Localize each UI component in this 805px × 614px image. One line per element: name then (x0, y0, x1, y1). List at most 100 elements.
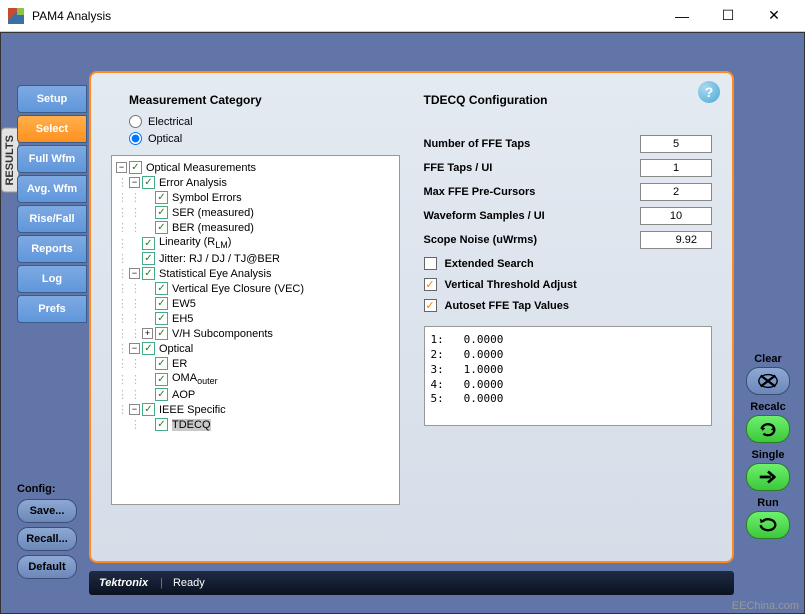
tree-ber[interactable]: BER (measured) (172, 222, 254, 234)
recall-button[interactable]: Recall... (17, 527, 77, 551)
tree-ser[interactable]: SER (measured) (172, 207, 254, 219)
side-tabs: Setup Select Full Wfm Avg. Wfm Rise/Fall… (17, 85, 87, 325)
config-buttons: Config: Save... Recall... Default (17, 483, 77, 583)
checkbox-icon[interactable]: ✓ (142, 342, 155, 355)
tree-aop[interactable]: AOP (172, 389, 195, 401)
tab-rise-fall[interactable]: Rise/Fall (17, 205, 87, 233)
close-button[interactable]: ✕ (751, 1, 797, 31)
tree-tdecq[interactable]: TDECQ (172, 419, 211, 431)
window-title: PAM4 Analysis (32, 9, 111, 23)
tree-ieee[interactable]: IEEE Specific (159, 404, 226, 416)
checkbox-icon[interactable]: ✓ (155, 388, 168, 401)
checkbox-icon[interactable]: ✓ (142, 237, 155, 250)
checkbox-icon[interactable]: ✓ (155, 357, 168, 370)
checkbox-icon[interactable]: ✓ (129, 161, 142, 174)
tree-vec[interactable]: Vertical Eye Closure (VEC) (172, 283, 304, 295)
checkbox-icon[interactable]: ✓ (155, 418, 168, 431)
ffe-taps-label: Number of FFE Taps (424, 138, 641, 150)
tab-select[interactable]: Select (17, 115, 87, 143)
vthresh-checkbox[interactable] (424, 278, 437, 291)
tab-setup[interactable]: Setup (17, 85, 87, 113)
extended-checkbox[interactable] (424, 257, 437, 270)
tree-toggle-icon[interactable]: − (129, 404, 140, 415)
checkbox-icon[interactable]: ✓ (155, 297, 168, 310)
radio-electrical-input[interactable] (129, 115, 142, 128)
tree-stat-eye[interactable]: Statistical Eye Analysis (159, 268, 272, 280)
main-panel: ? Measurement Category Electrical Optica… (89, 71, 734, 563)
clear-icon (757, 371, 779, 391)
checkbox-icon[interactable]: ✓ (155, 312, 168, 325)
run-button[interactable] (746, 511, 790, 539)
loop-icon (757, 515, 779, 535)
checkbox-icon[interactable]: ✓ (155, 221, 168, 234)
radio-optical[interactable]: Optical (129, 132, 400, 145)
single-button[interactable] (746, 463, 790, 491)
autoset-label: Autoset FFE Tap Values (445, 300, 713, 312)
ffe-taps-input[interactable] (640, 135, 712, 153)
checkbox-icon[interactable]: ✓ (142, 403, 155, 416)
tree-er[interactable]: ER (172, 358, 187, 370)
checkbox-icon[interactable]: ✓ (155, 373, 168, 386)
recalc-label: Recalc (750, 401, 785, 413)
tree-eh5[interactable]: EH5 (172, 313, 193, 325)
matlab-icon (8, 8, 24, 24)
run-label: Run (757, 497, 778, 509)
tree-optical-group[interactable]: Optical (159, 343, 193, 355)
status-bar: Tektronix | Ready (89, 571, 734, 595)
default-button[interactable]: Default (17, 555, 77, 579)
tree-toggle-icon[interactable]: − (129, 177, 140, 188)
save-button[interactable]: Save... (17, 499, 77, 523)
tree-toggle-icon[interactable]: − (129, 268, 140, 279)
maximize-button[interactable]: ☐ (705, 1, 751, 31)
checkbox-icon[interactable]: ✓ (142, 267, 155, 280)
tab-avg-wfm[interactable]: Avg. Wfm (17, 175, 87, 203)
radio-electrical[interactable]: Electrical (129, 115, 400, 128)
tab-log[interactable]: Log (17, 265, 87, 293)
tree-optical-measurements[interactable]: Optical Measurements (146, 162, 256, 174)
checkbox-icon[interactable]: ✓ (155, 191, 168, 204)
measurement-tree[interactable]: −✓Optical Measurements ⋮−✓Error Analysis… (111, 155, 400, 505)
tree-ew5[interactable]: EW5 (172, 298, 196, 310)
autoset-checkbox[interactable] (424, 299, 437, 312)
tree-linearity[interactable]: Linearity (RLM) (159, 236, 231, 250)
app-body: RESULTS Setup Select Full Wfm Avg. Wfm R… (0, 32, 805, 614)
checkbox-icon[interactable]: ✓ (142, 252, 155, 265)
config-label: Config: (17, 483, 77, 495)
precursors-input[interactable] (640, 183, 712, 201)
tab-full-wfm[interactable]: Full Wfm (17, 145, 87, 173)
taps-ui-label: FFE Taps / UI (424, 162, 641, 174)
checkbox-icon[interactable]: ✓ (155, 282, 168, 295)
recalc-button[interactable] (746, 415, 790, 443)
radio-optical-label: Optical (148, 133, 182, 145)
scope-noise-label: Scope Noise (uWrms) (424, 234, 641, 246)
tree-toggle-icon[interactable]: − (129, 343, 140, 354)
tree-oma[interactable]: OMAouter (172, 372, 218, 386)
single-label: Single (751, 449, 784, 461)
tree-symbol-errors[interactable]: Symbol Errors (172, 192, 242, 204)
tree-vh[interactable]: V/H Subcomponents (172, 328, 273, 340)
tree-jitter[interactable]: Jitter: RJ / DJ / TJ@BER (159, 253, 280, 265)
tree-toggle-icon[interactable]: + (142, 328, 153, 339)
scope-noise-input[interactable] (640, 231, 712, 249)
right-column: TDECQ Configuration Number of FFE Taps F… (416, 85, 721, 549)
tree-toggle-icon[interactable]: − (116, 162, 127, 173)
tab-prefs[interactable]: Prefs (17, 295, 87, 323)
tree-error-analysis[interactable]: Error Analysis (159, 177, 227, 189)
watermark: EEChina.com (732, 600, 799, 612)
tap-output[interactable]: 1: 0.0000 2: 0.0000 3: 1.0000 4: 0.0000 … (424, 326, 713, 426)
precursors-label: Max FFE Pre-Cursors (424, 186, 641, 198)
minimize-button[interactable]: — (659, 1, 705, 31)
checkbox-icon[interactable]: ✓ (155, 206, 168, 219)
samples-ui-input[interactable] (640, 207, 712, 225)
taps-ui-input[interactable] (640, 159, 712, 177)
category-title: Measurement Category (129, 93, 400, 107)
action-buttons: Clear Recalc Single Run (746, 353, 790, 545)
checkbox-icon[interactable]: ✓ (155, 327, 168, 340)
clear-label: Clear (754, 353, 782, 365)
radio-optical-input[interactable] (129, 132, 142, 145)
tab-reports[interactable]: Reports (17, 235, 87, 263)
samples-ui-label: Waveform Samples / UI (424, 210, 641, 222)
checkbox-icon[interactable]: ✓ (142, 176, 155, 189)
clear-button[interactable] (746, 367, 790, 395)
help-icon[interactable]: ? (698, 81, 720, 103)
